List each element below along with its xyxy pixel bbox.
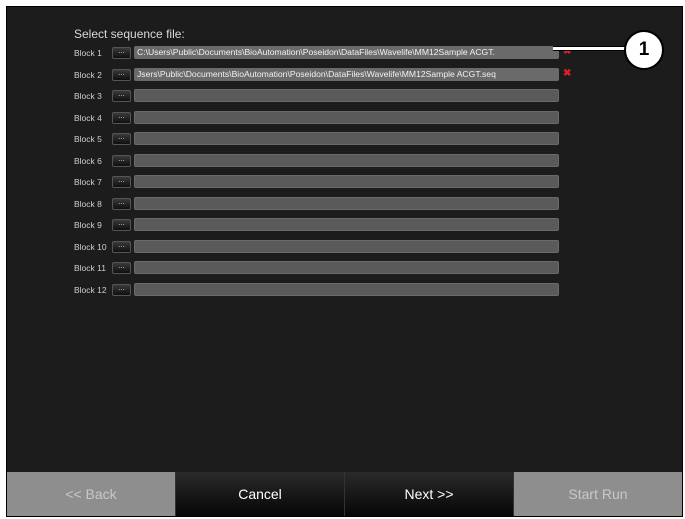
sequence-path-field[interactable] bbox=[134, 282, 559, 296]
block-label: Block 12 bbox=[74, 284, 107, 295]
browse-button[interactable]: ... bbox=[112, 47, 131, 59]
sequence-path-field[interactable] bbox=[134, 239, 559, 253]
browse-button[interactable]: ... bbox=[112, 240, 131, 253]
sequence-path-field[interactable] bbox=[134, 110, 559, 124]
block-row: Block 12 ... bbox=[74, 281, 614, 303]
block-label: Block 11 bbox=[74, 263, 106, 273]
sequence-path-field[interactable]: C:\Users\Public\Documents\BioAutomation\… bbox=[134, 46, 559, 59]
browse-button[interactable]: ... bbox=[112, 176, 131, 188]
block-row: Block 8 ... bbox=[74, 195, 614, 217]
browse-button[interactable]: ... bbox=[112, 68, 131, 81]
block-row: Block 3 ... bbox=[74, 87, 614, 109]
block-label: Block 7 bbox=[74, 177, 102, 187]
block-label: Block 4 bbox=[74, 112, 102, 123]
block-label: Block 2 bbox=[74, 69, 102, 80]
block-label: Block 3 bbox=[74, 91, 102, 101]
remove-file-icon[interactable]: ✖ bbox=[563, 68, 573, 80]
sequence-path-field[interactable] bbox=[134, 261, 559, 274]
start-run-button[interactable]: Start Run bbox=[514, 472, 682, 516]
block-label: Block 1 bbox=[74, 48, 102, 58]
page-title: Select sequence file: bbox=[74, 27, 185, 41]
callout-leader-line bbox=[553, 46, 627, 51]
block-row: Block 2 ... Jsers\Public\Documents\BioAu… bbox=[74, 66, 614, 88]
block-row: Block 6 ... bbox=[74, 152, 614, 174]
sequence-path-field[interactable] bbox=[134, 153, 559, 167]
sequence-path-field[interactable] bbox=[134, 89, 559, 102]
browse-button[interactable]: ... bbox=[112, 154, 131, 167]
block-label: Block 9 bbox=[74, 220, 102, 230]
block-row: Block 10 ... bbox=[74, 238, 614, 260]
sequence-path-field[interactable] bbox=[134, 175, 559, 188]
block-row: Block 1 ... C:\Users\Public\Documents\Bi… bbox=[74, 44, 614, 66]
back-button[interactable]: << Back bbox=[7, 472, 176, 516]
block-row: Block 5 ... bbox=[74, 130, 614, 152]
sequence-file-screen: Select sequence file: Block 1 ... C:\Use… bbox=[6, 6, 683, 517]
block-row: Block 11 ... bbox=[74, 259, 614, 281]
browse-button[interactable]: ... bbox=[112, 133, 131, 145]
block-list: Block 1 ... C:\Users\Public\Documents\Bi… bbox=[74, 44, 614, 302]
block-label: Block 6 bbox=[74, 155, 102, 166]
browse-button[interactable]: ... bbox=[112, 111, 131, 124]
block-label: Block 8 bbox=[74, 198, 102, 209]
block-row: Block 4 ... bbox=[74, 109, 614, 131]
sequence-path-field[interactable] bbox=[134, 132, 559, 145]
wizard-nav-bar: << Back Cancel Next >> Start Run bbox=[7, 472, 682, 516]
browse-button[interactable]: ... bbox=[112, 197, 131, 210]
block-label: Block 10 bbox=[74, 241, 107, 252]
cancel-button[interactable]: Cancel bbox=[176, 472, 345, 516]
browse-button[interactable]: ... bbox=[112, 219, 131, 231]
callout-marker: 1 bbox=[624, 30, 664, 70]
block-row: Block 7 ... bbox=[74, 173, 614, 195]
block-row: Block 9 ... bbox=[74, 216, 614, 238]
browse-button[interactable]: ... bbox=[112, 90, 131, 102]
browse-button[interactable]: ... bbox=[112, 283, 131, 296]
sequence-path-field[interactable] bbox=[134, 196, 559, 210]
browse-button[interactable]: ... bbox=[112, 262, 131, 274]
block-label: Block 5 bbox=[74, 134, 102, 144]
next-button[interactable]: Next >> bbox=[345, 472, 514, 516]
sequence-path-field[interactable]: Jsers\Public\Documents\BioAutomation\Pos… bbox=[134, 67, 559, 81]
sequence-path-field[interactable] bbox=[134, 218, 559, 231]
